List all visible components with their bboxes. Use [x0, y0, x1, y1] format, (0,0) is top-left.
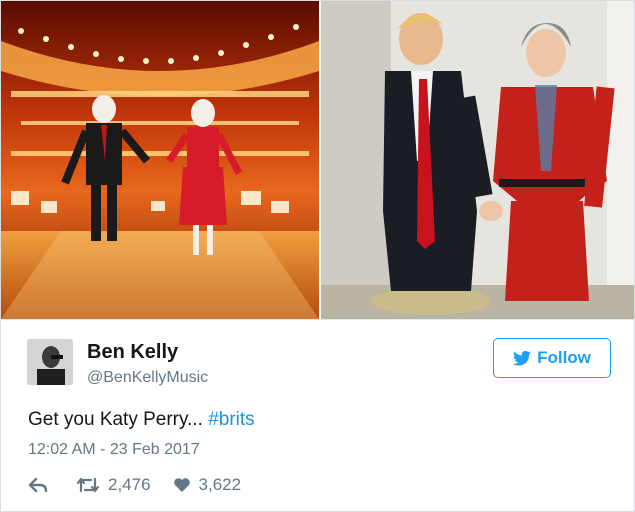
media-image-stage-performance[interactable]: [1, 1, 319, 319]
avatar[interactable]: [27, 339, 73, 385]
retweet-count: 2,476: [108, 475, 151, 494]
like-button[interactable]: 3,622: [173, 475, 242, 495]
retweet-button[interactable]: 2,476: [76, 475, 151, 495]
tweet-text: Get you Katy Perry... #brits: [28, 409, 255, 431]
hashtag-link[interactable]: #brits: [208, 409, 254, 430]
tweet-text-main: Get you Katy Perry...: [28, 409, 209, 430]
like-count: 3,622: [198, 475, 242, 494]
heart-icon: [173, 478, 190, 492]
twitter-bird-icon: [513, 350, 532, 366]
media-image-walking-photo[interactable]: [321, 1, 634, 319]
author-handle[interactable]: @BenKellyMusic: [87, 369, 208, 387]
author-name[interactable]: Ben Kelly: [87, 341, 178, 364]
retweet-icon: [76, 477, 100, 493]
follow-button[interactable]: Follow: [493, 338, 611, 378]
reply-button[interactable]: [28, 477, 50, 493]
media-divider: [1, 319, 634, 320]
reply-icon: [28, 477, 48, 493]
follow-label: Follow: [537, 348, 591, 367]
tweet-media: [1, 1, 634, 319]
tweet-timestamp[interactable]: 12:02 AM - 23 Feb 2017: [28, 441, 200, 459]
tweet-actions: 2,476 3,622: [28, 474, 241, 496]
tweet-card: Ben Kelly @BenKellyMusic Follow Get you …: [0, 0, 635, 512]
